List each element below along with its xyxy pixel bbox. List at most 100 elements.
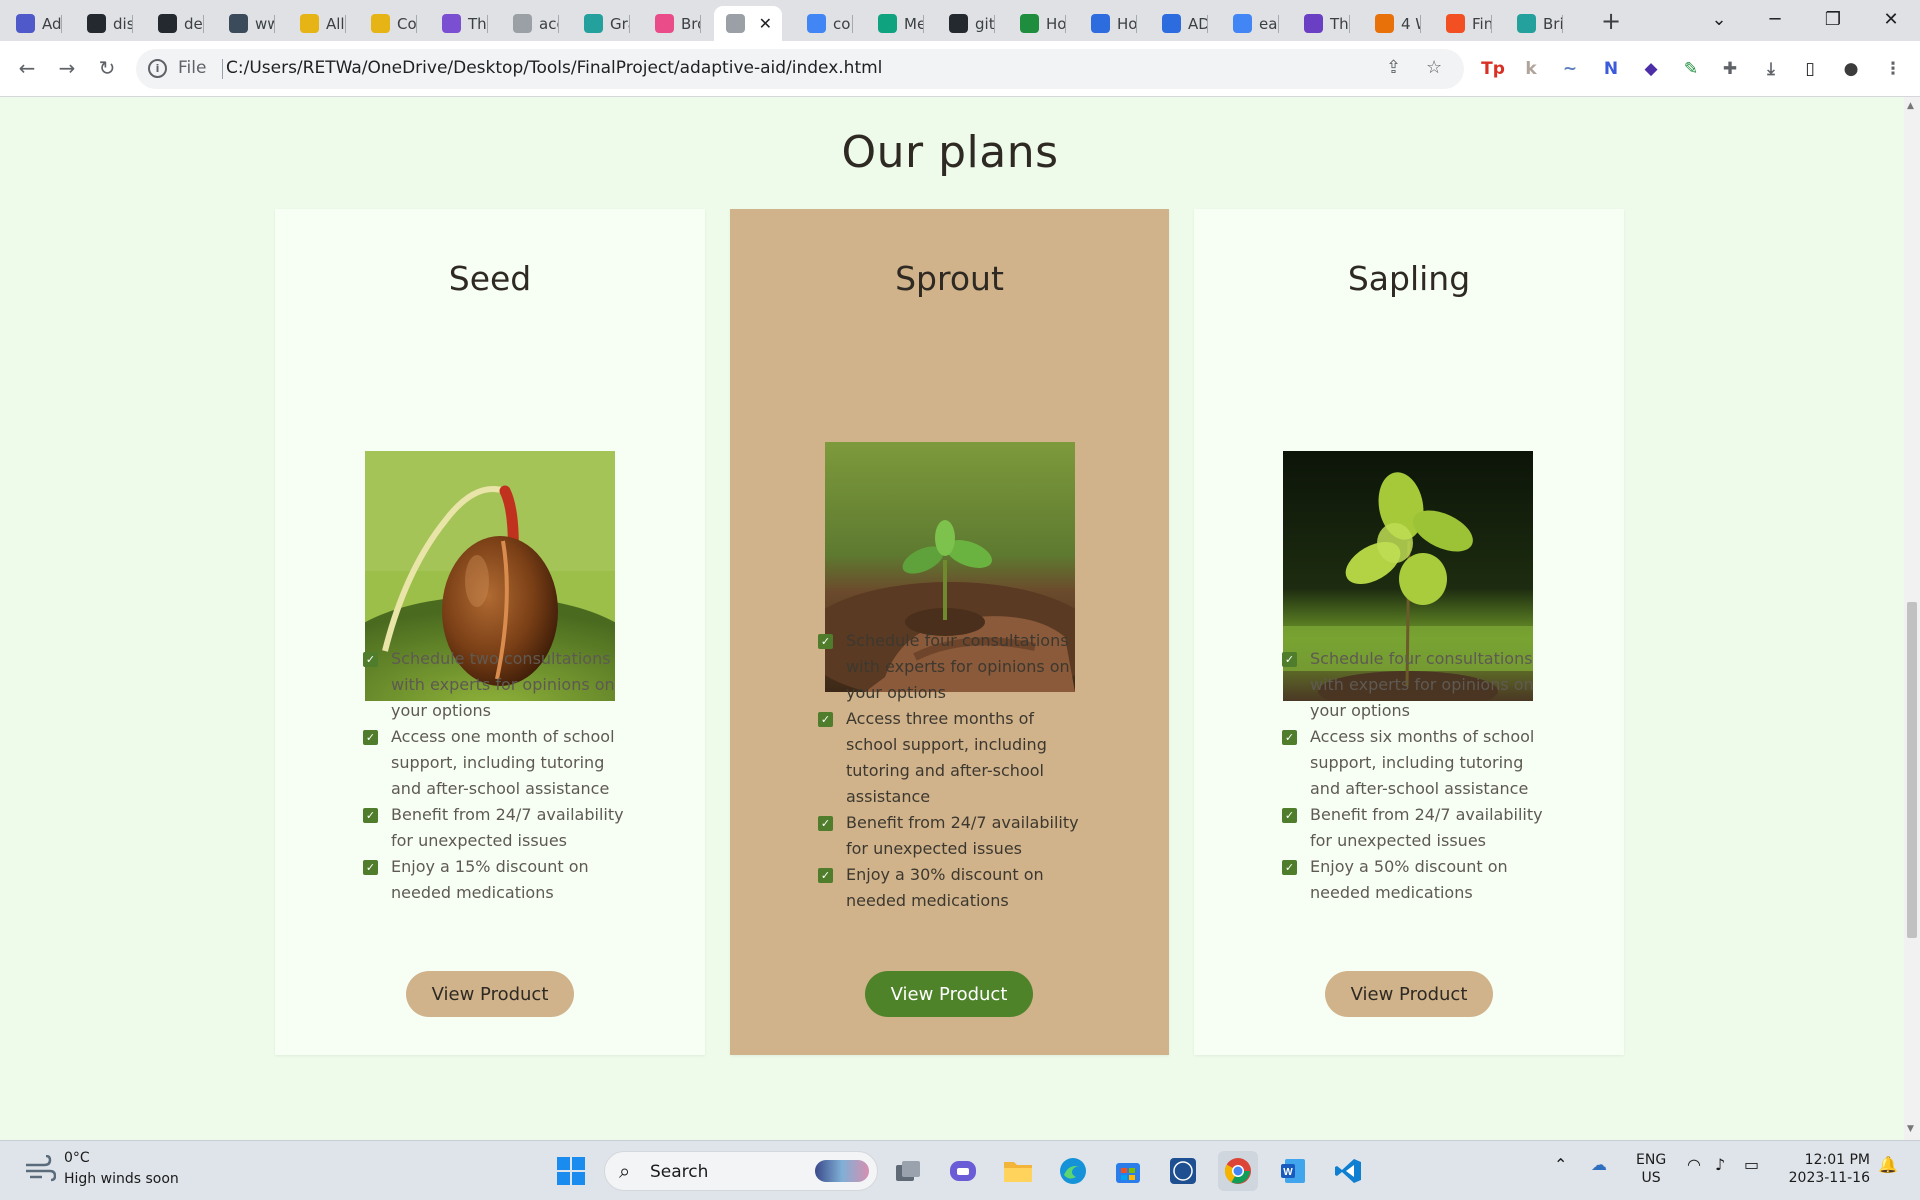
browser-tab[interactable]: All [288,6,346,41]
browser-tab[interactable]: dev [146,6,204,41]
bookmark-star-icon[interactable]: ☆ [1426,57,1442,78]
sidepanel-icon[interactable]: ▯ [1797,56,1823,82]
browser-tab[interactable]: dis [75,6,133,41]
language-region: US [1641,1170,1661,1186]
checkbox-icon: ✓ [363,652,378,667]
browser-tab[interactable]: Bri [1505,6,1563,41]
browser-tab[interactable]: Me [866,6,924,41]
onedrive-cloud-icon[interactable]: ☁ [1591,1155,1607,1174]
google-icon [1233,14,1252,33]
close-tab-icon[interactable]: ✕ [759,14,772,33]
browser-tab[interactable]: Bro [643,6,701,41]
address-bar[interactable]: i File C:/Users/RETWa/OneDrive/Desktop/T… [136,49,1464,89]
tab-search-chevron-icon[interactable]: ⌄ [1694,4,1744,36]
profile-avatar-icon[interactable]: ● [1838,56,1864,82]
browser-tab[interactable]: Co [359,6,417,41]
tab-label: eas [1259,14,1279,33]
tab-separator [274,15,275,33]
vscode-app-icon[interactable] [1328,1151,1368,1191]
battery-icon[interactable]: ▭ [1744,1155,1759,1174]
reload-button[interactable]: ↻ [91,52,123,84]
diamond-icon [371,14,390,33]
back-button[interactable]: ← [11,52,43,84]
site-info-icon[interactable]: i [148,59,167,78]
browser-tab[interactable]: acc [501,6,559,41]
tab-label: Ada [42,14,62,33]
browser-tab[interactable]: ww [217,6,275,41]
globe-icon [726,14,745,33]
clock[interactable]: 12:01 PM 2023-11-16 [1784,1151,1870,1187]
feature-item: ✓ Access six months of school support, in… [1282,724,1552,802]
puzzle-icon[interactable]: ✚ [1717,56,1743,82]
weather-description[interactable]: High winds soon [64,1171,179,1187]
microsoft-store-icon[interactable] [1108,1151,1148,1191]
new-tab-button[interactable]: + [1597,8,1625,36]
n-icon[interactable]: N [1598,56,1624,82]
word-app-icon[interactable]: W [1273,1151,1313,1191]
browser-tab[interactable]: Ho [1079,6,1137,41]
browser-tab[interactable]: Gra [572,6,630,41]
cube-icon[interactable]: ◆ [1638,56,1664,82]
wifi-icon[interactable]: ◠ [1687,1155,1701,1174]
tab-label: ww [255,14,275,33]
tab-separator [1491,15,1492,33]
k-icon[interactable]: k [1518,56,1544,82]
browser-tab[interactable]: Ada [4,6,62,41]
language-indicator[interactable]: ENG US [1636,1151,1666,1187]
openai-icon [878,14,897,33]
edge-browser-icon[interactable] [1053,1151,1093,1191]
chrome-browser-icon[interactable] [1218,1151,1258,1191]
page-scrollbar[interactable]: ▲ ▼ [1904,97,1920,1140]
tab-label: Bro [681,14,701,33]
diamond-icon [300,14,319,33]
browser-tab[interactable]: Thr [430,6,488,41]
file-explorer-icon[interactable] [998,1151,1038,1191]
browser-tab[interactable]: eas [1221,6,1279,41]
browser-tab[interactable]: AD [1150,6,1208,41]
feature-list: ✓ Schedule four consultations with expert… [818,628,1088,914]
minimize-button[interactable]: ─ [1750,4,1800,36]
dell-app-icon[interactable] [1163,1151,1203,1191]
checkbox-icon: ✓ [818,868,833,883]
c-icon [1162,14,1181,33]
link-icon [1517,14,1536,33]
browser-tab[interactable]: co [795,6,853,41]
scrollbar-thumb[interactable] [1907,602,1917,938]
volume-icon[interactable]: ♪ [1715,1155,1725,1174]
wind-weather-icon[interactable] [24,1154,57,1185]
notification-bell-icon[interactable]: 🔔 [1878,1155,1898,1174]
browser-tab[interactable]: gitl [937,6,995,41]
github-icon [87,14,106,33]
view-product-button-seed[interactable]: View Product [406,971,574,1017]
close-window-button[interactable]: ✕ [1866,4,1916,36]
address-url[interactable]: C:/Users/RETWa/OneDrive/Desktop/Tools/Fi… [226,58,882,78]
scroll-down-arrow-icon[interactable]: ▼ [1907,1124,1914,1134]
taskbar-search[interactable]: ⌕ Search [604,1151,878,1191]
feature-list: ✓ Schedule two consultations with experts… [363,646,633,906]
star-badge-icon [1375,14,1394,33]
forward-button[interactable]: → [51,52,83,84]
browser-tab[interactable]: 4 W [1363,6,1421,41]
scroll-up-arrow-icon[interactable]: ▲ [1907,101,1914,111]
kebab-menu-icon[interactable]: ⋮ [1880,56,1906,82]
restore-button[interactable]: ❐ [1808,4,1858,36]
show-hidden-icons-chevron-icon[interactable]: ⌃ [1554,1155,1567,1174]
browser-tab[interactable]: The [1292,6,1350,41]
browser-tab[interactable]: Ho [1008,6,1066,41]
tab-label: All [326,14,345,33]
task-view-icon[interactable] [888,1151,928,1191]
browser-tab[interactable]: Fin [1434,6,1492,41]
eyedropper-icon[interactable]: ✎ [1678,56,1704,82]
bird-icon[interactable]: ~ [1557,56,1583,82]
browser-tab[interactable]: ✕ [714,6,782,41]
windows-start-icon[interactable] [551,1151,591,1191]
share-icon[interactable]: ⇪ [1386,57,1401,78]
tp-icon[interactable]: Tp [1480,56,1506,82]
view-product-button-sprout[interactable]: View Product [865,971,1033,1017]
teams-chat-icon[interactable] [943,1151,983,1191]
weather-temperature[interactable]: 0°C [64,1150,90,1166]
tab-separator [700,15,701,33]
view-product-button-sapling[interactable]: View Product [1325,971,1493,1017]
globe-icon [513,14,532,33]
download-icon[interactable]: ⤓ [1758,56,1784,82]
